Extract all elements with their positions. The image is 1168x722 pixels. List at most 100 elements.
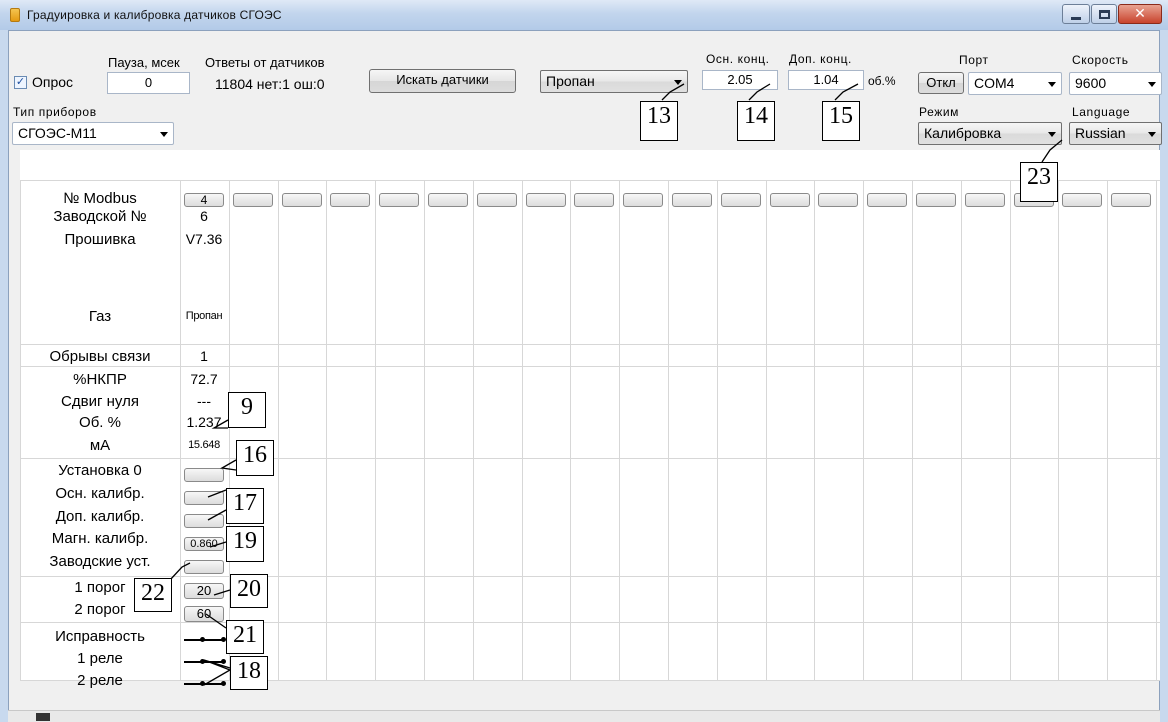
sensor1-lel: 72.7 (190, 371, 218, 387)
search-sensors-button[interactable]: Искать датчики (369, 69, 516, 93)
mode-select-value: Калибровка (924, 125, 1002, 141)
row-label-main-cal: Осн. калибр. (55, 485, 145, 502)
sensor1-ma: 15.648 (188, 439, 220, 451)
window-title: Градуировка и калибровка датчиков СГОЭС (27, 8, 282, 22)
grid-vline (717, 180, 718, 680)
column-button[interactable] (867, 193, 907, 207)
column-button[interactable] (721, 193, 761, 207)
pause-label: Пауза, мсек (108, 55, 180, 70)
column-button[interactable] (916, 193, 956, 207)
callout-20: 20 (230, 574, 268, 608)
row-label-firmware: Прошивка (64, 231, 136, 248)
maximize-icon (1098, 9, 1110, 19)
column-button[interactable] (526, 193, 566, 207)
sensor-grid: 4 № Modbus Заводской № Прошивка Газ Обры… (20, 150, 1160, 689)
column-button[interactable] (282, 193, 322, 207)
sensor1-factory-button[interactable] (184, 560, 224, 574)
title-bar[interactable]: Градуировка и калибровка датчиков СГОЭС … (0, 0, 1168, 30)
callout-13: 13 (640, 101, 678, 141)
callout-9: 9 (228, 392, 266, 428)
row-label-set-zero: Установка 0 (58, 462, 142, 479)
callout-16: 16 (236, 440, 274, 476)
mode-label: Режим (919, 105, 959, 119)
maximize-button[interactable] (1091, 4, 1117, 24)
row-label-lel: %НКПР (73, 371, 127, 388)
grid-hline (20, 622, 1160, 623)
extra-conc-input[interactable]: 1.04 (788, 70, 864, 90)
column-button[interactable] (965, 193, 1005, 207)
close-icon: ✕ (1134, 6, 1146, 22)
horizontal-scrollbar[interactable] (8, 710, 1160, 722)
grid-hline (20, 576, 1160, 577)
sensor1-threshold2-button[interactable]: 60 (184, 606, 224, 622)
row-label-relay1: 1 реле (77, 650, 123, 667)
grid-vline (961, 180, 962, 680)
grid-hline (20, 344, 1160, 345)
port-label: Порт (959, 53, 989, 67)
row-label-magn-cal: Магн. калибр. (51, 530, 149, 547)
speed-select[interactable]: 9600 (1069, 72, 1162, 95)
close-button[interactable]: ✕ (1118, 4, 1162, 24)
column-button[interactable] (428, 193, 468, 207)
sensor1-serial: 6 (200, 208, 208, 224)
sensor1-zero-shift: --- (197, 393, 211, 409)
chevron-down-icon (160, 132, 168, 137)
column-button[interactable] (233, 193, 273, 207)
grid-vline (375, 180, 376, 680)
row-label-modbus: № Modbus (63, 190, 137, 207)
sensor1-magn-cal-button[interactable]: 0.860 (184, 537, 224, 551)
app-icon (10, 8, 20, 22)
scrollbar-thumb[interactable] (36, 713, 50, 721)
column-button[interactable] (672, 193, 712, 207)
callout-19: 19 (226, 526, 264, 562)
column-button[interactable] (477, 193, 517, 207)
grid-vline (1058, 180, 1059, 680)
sensor1-threshold1-button[interactable]: 20 (184, 583, 224, 599)
grid-hline (20, 366, 1160, 367)
speed-select-value: 9600 (1075, 75, 1107, 91)
mode-select[interactable]: Калибровка (918, 122, 1062, 145)
language-label: Language (1072, 105, 1131, 119)
sensor1-relay2-indicator (182, 679, 226, 689)
grid-vline (522, 180, 523, 680)
callout-18: 18 (230, 656, 268, 690)
device-type-select[interactable]: СГОЭС-М11 (12, 122, 174, 145)
column-button[interactable] (770, 193, 810, 207)
grid-vline (1010, 180, 1011, 680)
grid-hline (20, 458, 1160, 459)
device-type-label: Тип приборов (13, 105, 97, 119)
sensor1-main-cal-button[interactable] (184, 491, 224, 505)
grid-vline (912, 180, 913, 680)
column-button[interactable] (818, 193, 858, 207)
column-button[interactable] (1062, 193, 1102, 207)
column-button[interactable] (623, 193, 663, 207)
sensor1-vol: 1.237 (186, 414, 222, 430)
language-select[interactable]: Russian (1069, 122, 1162, 145)
speed-label: Скорость (1072, 53, 1129, 67)
chevron-down-icon (1148, 82, 1156, 87)
row-label-extra-cal: Доп. калибр. (55, 508, 145, 525)
pause-input[interactable]: 0 (107, 72, 190, 94)
grid-vline (326, 180, 327, 680)
gas-select[interactable]: Пропан (540, 70, 688, 93)
port-toggle-button[interactable]: Откл (918, 72, 964, 94)
grid-vline (814, 180, 815, 680)
main-conc-input[interactable]: 2.05 (702, 70, 778, 90)
port-select[interactable]: COM4 (968, 72, 1062, 95)
modbus-address-button[interactable]: 4 (184, 193, 224, 207)
grid-vline (863, 180, 864, 680)
column-button[interactable] (330, 193, 370, 207)
grid-vline (278, 180, 279, 680)
column-button[interactable] (574, 193, 614, 207)
grid-vline (668, 180, 669, 680)
column-button[interactable] (379, 193, 419, 207)
chevron-down-icon (1048, 132, 1056, 137)
sensor1-extra-cal-button[interactable] (184, 514, 224, 528)
poll-checkbox[interactable]: ✓ (14, 76, 27, 89)
sensor1-set-zero-button[interactable] (184, 468, 224, 482)
row-label-ma: мА (89, 437, 111, 454)
column-button[interactable] (1111, 193, 1151, 207)
row-label-vol: Об. % (79, 414, 121, 431)
row-label-gas: Газ (88, 308, 112, 325)
minimize-button[interactable] (1062, 4, 1090, 24)
